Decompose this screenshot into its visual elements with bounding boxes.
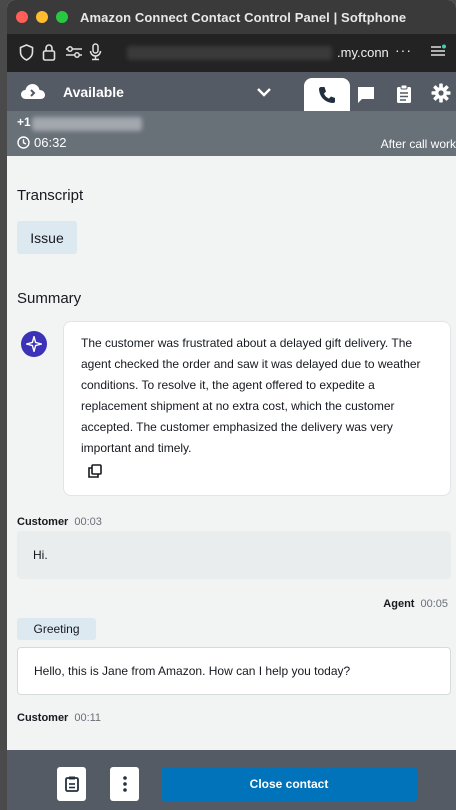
close-contact-button[interactable]: Close contact — [161, 767, 417, 801]
summary-card: The customer was frustrated about a dela… — [63, 321, 451, 496]
permissions-icon[interactable] — [65, 45, 83, 59]
vertical-dots-icon — [122, 776, 127, 792]
call-timer-value: 06:32 — [34, 135, 67, 150]
contact-card-icon — [64, 776, 79, 792]
ai-sparkle-icon — [21, 331, 47, 357]
page-actions-button[interactable]: ··· — [395, 42, 412, 58]
close-window-button[interactable] — [16, 11, 28, 23]
call-timer: 06:32 — [17, 135, 67, 150]
message-speaker: Customer — [17, 712, 69, 724]
action-bar: Close contact — [7, 750, 456, 810]
call-state: After call work — [380, 137, 456, 151]
phone-icon — [319, 86, 335, 103]
summary-heading: Summary — [17, 290, 82, 307]
agent-message: Hello, this is Jane from Amazon. How can… — [17, 647, 451, 695]
message-text: Hello, this is Jane from Amazon. How can… — [34, 664, 351, 678]
greeting-category-badge[interactable]: Greeting — [17, 618, 96, 640]
customer-message: Hi. — [17, 531, 451, 579]
message-label-agent: Agent 00:05 — [383, 598, 448, 610]
clock-icon — [17, 136, 30, 149]
call-info-bar: +1 06:32 After call work — [7, 111, 456, 156]
contact-content: Transcript Issue Summary The customer wa… — [7, 156, 456, 750]
gear-icon[interactable] — [431, 83, 451, 103]
message-speaker: Agent — [383, 598, 415, 610]
tab-phone[interactable] — [304, 78, 350, 111]
url-redacted — [127, 46, 332, 60]
title-bar: Amazon Connect Contact Control Panel | S… — [7, 0, 456, 34]
message-time: 00:03 — [74, 516, 102, 528]
shield-icon[interactable] — [19, 44, 34, 61]
chevron-down-icon[interactable] — [256, 85, 272, 99]
url-text[interactable]: .my.conn — [337, 45, 389, 60]
window-title: Amazon Connect Contact Control Panel | S… — [80, 9, 407, 25]
clipboard-icon[interactable] — [396, 84, 412, 104]
window-controls — [16, 11, 68, 23]
extensions-menu-icon[interactable] — [430, 44, 446, 58]
caller-number-redacted — [32, 117, 142, 131]
agent-status-label[interactable]: Available — [63, 84, 124, 100]
copy-icon[interactable] — [88, 464, 102, 478]
message-time: 00:05 — [420, 598, 448, 610]
agent-status-bar: Available — [7, 72, 456, 111]
address-bar: .my.conn ··· — [7, 34, 456, 72]
message-label-customer: Customer 00:03 — [17, 516, 102, 528]
chat-icon[interactable] — [356, 86, 376, 104]
more-options-button[interactable] — [110, 767, 139, 801]
message-label-customer: Customer 00:11 — [17, 712, 101, 724]
caller-number-prefix: +1 — [17, 115, 31, 129]
maximize-window-button[interactable] — [56, 11, 68, 23]
cloud-icon — [21, 84, 45, 99]
transcript-heading: Transcript — [17, 187, 84, 204]
minimize-window-button[interactable] — [36, 11, 48, 23]
softphone-window: Amazon Connect Contact Control Panel | S… — [7, 0, 456, 810]
message-time: 00:11 — [74, 712, 102, 724]
message-speaker: Customer — [17, 516, 69, 528]
contact-info-button[interactable] — [57, 767, 86, 801]
summary-text: The customer was frustrated about a dela… — [81, 336, 421, 455]
lock-icon[interactable] — [42, 43, 56, 61]
issue-category-badge[interactable]: Issue — [17, 221, 77, 254]
microphone-icon[interactable] — [89, 43, 102, 61]
message-text: Hi. — [33, 548, 48, 562]
